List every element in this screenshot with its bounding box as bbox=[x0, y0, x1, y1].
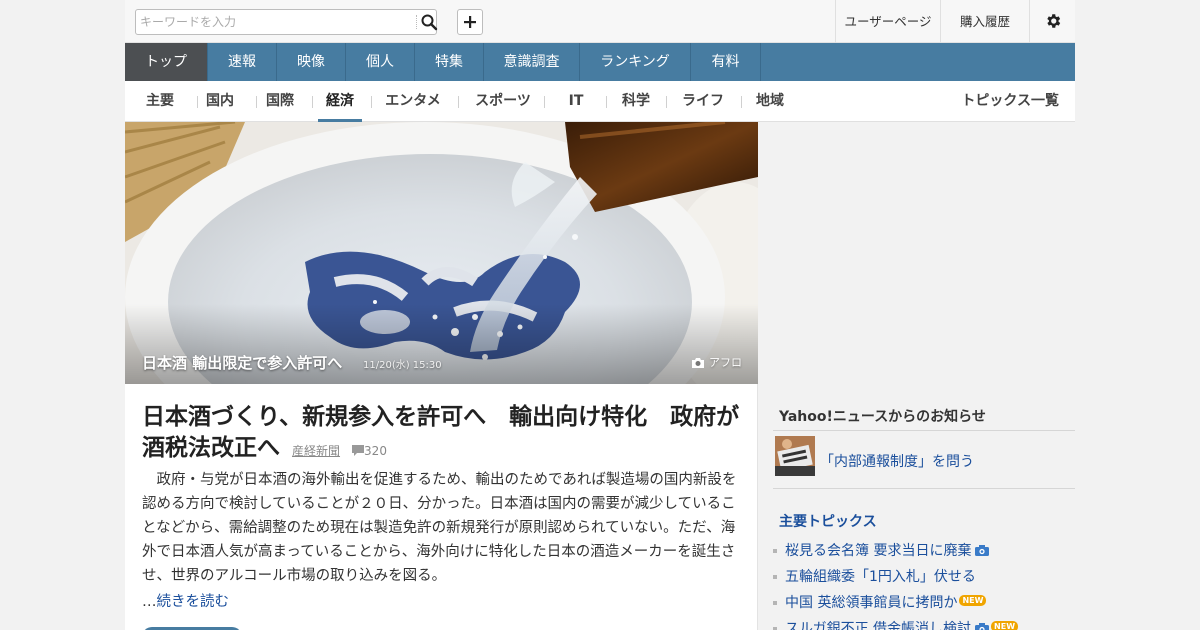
notice-title: Yahoo!ニュースからのお知らせ bbox=[773, 406, 1075, 431]
header-links: ユーザーページ 購入履歴 bbox=[835, 0, 1075, 43]
camera-icon bbox=[975, 623, 990, 630]
sub-nav-separator bbox=[544, 96, 545, 108]
topic-item[interactable]: スルガ銀不正 借金帳消し検討 NEW bbox=[773, 618, 1075, 630]
main-nav: トップ 速報 映像 個人 特集 意識調査 ランキング 有料 bbox=[125, 43, 1075, 81]
sub-nav-item-it[interactable]: IT bbox=[556, 81, 596, 122]
hero-credit-text: アフロ bbox=[709, 356, 742, 369]
article-headline-text[interactable]: 日本酒づくり、新規参入を許可へ 輸出向け特化 政府が酒税法改正へ bbox=[142, 404, 739, 461]
hero-date: 11/20(水) 15:30 bbox=[363, 360, 442, 371]
bullet bbox=[773, 549, 777, 553]
page: ユーザーページ 購入履歴 トップ 速報 映像 個人 特集 意識調査 ランキング … bbox=[125, 0, 1075, 630]
topic-text[interactable]: スルガ銀不正 借金帳消し検討 bbox=[785, 621, 971, 630]
comment-icon bbox=[352, 445, 365, 456]
hero-credit: アフロ bbox=[691, 354, 742, 370]
sub-nav-item-economy[interactable]: 経済 bbox=[318, 81, 362, 122]
sub-nav-separator bbox=[741, 96, 742, 108]
sub-nav-separator bbox=[312, 96, 313, 108]
sub-nav-separator bbox=[606, 96, 607, 108]
read-more-link[interactable]: 続きを読む bbox=[157, 594, 230, 610]
sub-nav: 主要 国内 国際 経済 エンタメ スポーツ IT 科学 ライフ 地域 トピックス… bbox=[125, 81, 1075, 122]
gear-icon bbox=[1046, 14, 1060, 28]
sidebar: Yahoo!ニュースからのお知らせ 「内部通報制度」を問う 主要トピックス 桜見… bbox=[773, 122, 1075, 630]
search-icon[interactable] bbox=[420, 13, 438, 31]
new-badge: NEW bbox=[959, 595, 987, 606]
main-nav-item-top[interactable]: トップ bbox=[125, 43, 208, 81]
hero-caption: 日本酒 輸出限定で参入許可へ bbox=[142, 354, 343, 372]
sub-nav-separator bbox=[371, 96, 372, 108]
settings-button[interactable] bbox=[1029, 0, 1075, 43]
article: 日本酒づくり、新規参入を許可へ 輸出向け特化 政府が酒税法改正へ 産経新聞 32… bbox=[125, 384, 758, 630]
plus-icon bbox=[464, 16, 476, 28]
main-nav-item-ranking[interactable]: ランキング bbox=[580, 43, 691, 81]
main-nav-item-breaking[interactable]: 速報 bbox=[208, 43, 277, 81]
notice-item[interactable]: 「内部通報制度」を問う bbox=[773, 436, 1075, 489]
sub-nav-separator bbox=[458, 96, 459, 108]
main-nav-item-survey[interactable]: 意識調査 bbox=[484, 43, 580, 81]
add-button[interactable] bbox=[457, 9, 483, 35]
sub-nav-item-local[interactable]: 地域 bbox=[748, 81, 792, 122]
article-headline[interactable]: 日本酒づくり、新規参入を許可へ 輸出向け特化 政府が酒税法改正へ 産経新聞 32… bbox=[142, 402, 742, 467]
comment-count[interactable]: 320 bbox=[352, 444, 387, 458]
search-divider bbox=[416, 15, 417, 29]
notice-thumbnail bbox=[775, 436, 815, 476]
article-source[interactable]: 産経新聞 bbox=[292, 444, 340, 458]
read-more: …続きを読む bbox=[142, 590, 229, 611]
user-page-link[interactable]: ユーザーページ bbox=[835, 0, 940, 43]
topic-text[interactable]: 桜見る会名簿 要求当日に廃棄 bbox=[785, 543, 971, 559]
read-more-ellipsis: … bbox=[142, 594, 157, 610]
topics-list: 桜見る会名簿 要求当日に廃棄 五輪組織委「1円入札」伏せる 中国 英総領事館員に… bbox=[773, 540, 1075, 630]
topic-item[interactable]: 五輪組織委「1円入札」伏せる bbox=[773, 566, 1075, 592]
sub-nav-separator bbox=[666, 96, 667, 108]
topic-item[interactable]: 桜見る会名簿 要求当日に廃棄 bbox=[773, 540, 1075, 566]
purchase-history-link[interactable]: 購入履歴 bbox=[940, 0, 1029, 43]
topics-title[interactable]: 主要トピックス bbox=[779, 511, 877, 531]
hero-image-link[interactable]: 日本酒 輸出限定で参入許可へ 11/20(水) 15:30 アフロ bbox=[125, 122, 758, 384]
sub-nav-item-sports[interactable]: スポーツ bbox=[468, 81, 538, 122]
comment-count-value: 320 bbox=[364, 444, 387, 458]
article-body: 政府・与党が日本酒の海外輸出を促進するため、輸出のためであれば製造場の国内新設を… bbox=[142, 472, 737, 584]
sub-nav-item-science[interactable]: 科学 bbox=[614, 81, 658, 122]
main-nav-item-paid[interactable]: 有料 bbox=[691, 43, 761, 81]
main-nav-item-video[interactable]: 映像 bbox=[277, 43, 346, 81]
search-box bbox=[135, 9, 438, 35]
sub-nav-item-domestic[interactable]: 国内 bbox=[198, 81, 242, 122]
topic-text[interactable]: 中国 英総領事館員に拷問か bbox=[785, 595, 957, 611]
camera-icon bbox=[692, 357, 704, 368]
top-bar: ユーザーページ 購入履歴 bbox=[125, 0, 1075, 43]
sub-nav-item-entertainment[interactable]: エンタメ bbox=[378, 81, 448, 122]
bullet bbox=[773, 601, 777, 605]
camera-icon bbox=[975, 545, 990, 556]
topic-list-link[interactable]: トピックス一覧 bbox=[961, 81, 1059, 122]
sub-nav-item-main[interactable]: 主要 bbox=[138, 81, 182, 122]
topic-text[interactable]: 五輪組織委「1円入札」伏せる bbox=[785, 569, 976, 585]
bullet bbox=[773, 575, 777, 579]
sub-nav-item-life[interactable]: ライフ bbox=[675, 81, 731, 122]
main-nav-item-individual[interactable]: 個人 bbox=[346, 43, 415, 81]
notice-text[interactable]: 「内部通報制度」を問う bbox=[820, 451, 974, 471]
sub-nav-item-world[interactable]: 国際 bbox=[258, 81, 302, 122]
new-badge: NEW bbox=[991, 621, 1019, 630]
main-nav-item-features[interactable]: 特集 bbox=[415, 43, 484, 81]
search-input[interactable] bbox=[140, 13, 410, 31]
topic-item[interactable]: 中国 英総領事館員に拷問か NEW bbox=[773, 592, 1075, 618]
sub-nav-separator bbox=[256, 96, 257, 108]
